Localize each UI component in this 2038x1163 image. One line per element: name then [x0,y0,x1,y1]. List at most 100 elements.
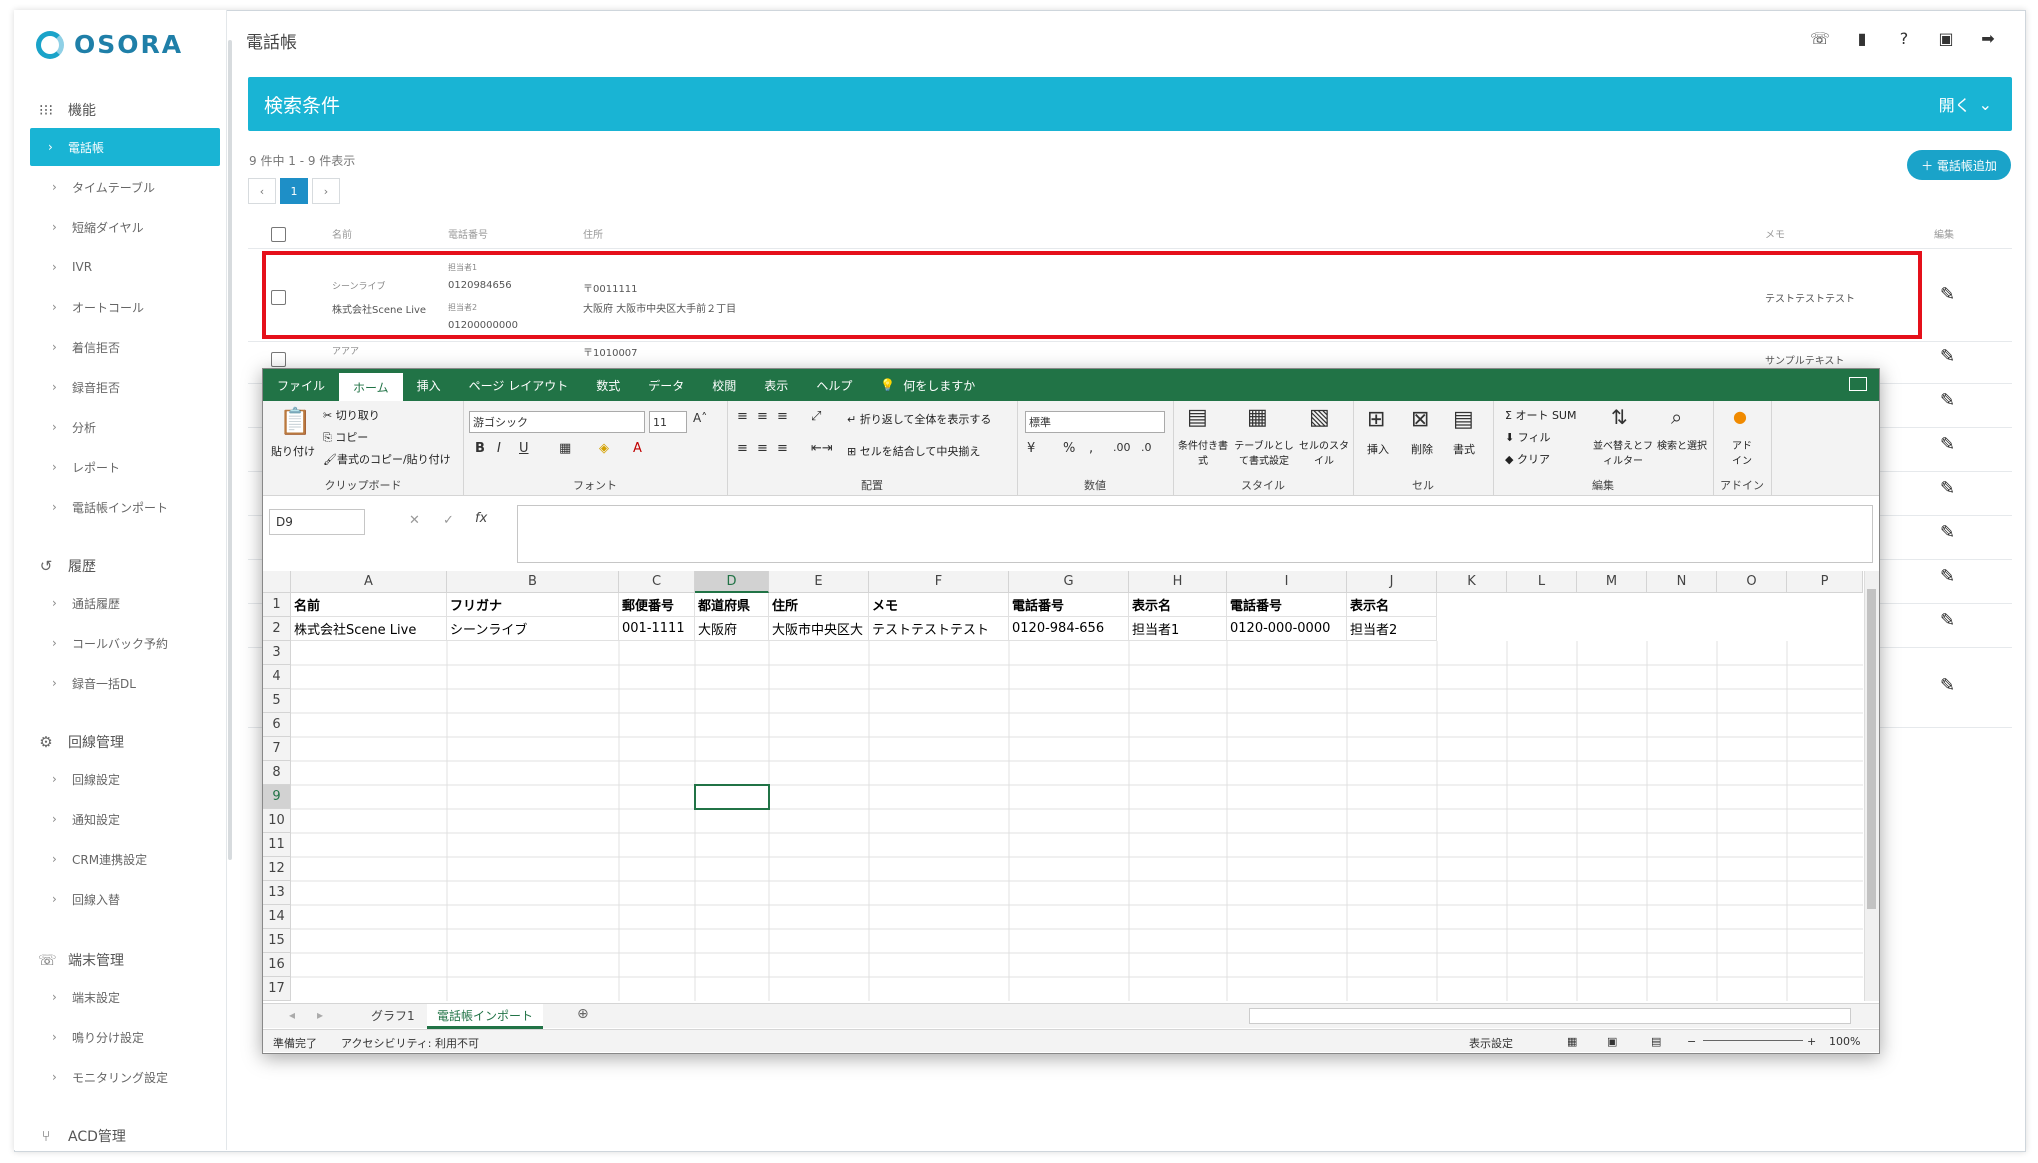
cell-styles-button[interactable]: セルのスタイル [1297,437,1351,467]
tab-insert[interactable]: 挿入 [403,369,455,401]
row-header[interactable]: 2 [263,617,291,641]
align-left-icon[interactable]: ≡ [737,441,748,456]
row-checkbox[interactable] [271,352,286,367]
sidebar-item-analysis[interactable]: › 分析 [34,408,224,446]
search-conditions-bar[interactable]: 検索条件 開く ⌄ [248,77,2012,131]
borders-icon[interactable]: ▦ [559,441,571,456]
row-header[interactable]: 15 [263,929,291,953]
sidebar-item-line-swap[interactable]: › 回線入替 [34,880,224,918]
number-format-select[interactable]: 標準 [1025,411,1165,433]
sidebar-item-autocall[interactable]: › オートコール [34,288,224,326]
row-header[interactable]: 16 [263,953,291,977]
sidebar-item-phonebook-import[interactable]: › 電話帳インポート [34,488,224,526]
column-header[interactable]: H [1129,571,1227,593]
tab-formulas[interactable]: 数式 [582,369,634,401]
sheet-tab-phonebook-import[interactable]: 電話帳インポート [427,1004,544,1029]
edit-pencil-icon[interactable]: ✎ [1940,346,1955,367]
column-header[interactable]: B [447,571,619,593]
clear-button[interactable]: ◆ クリア [1505,451,1550,467]
logo[interactable]: OSORA [36,30,183,59]
row-header[interactable]: 13 [263,881,291,905]
help-icon[interactable]: ? [1894,28,1914,48]
select-all-checkbox[interactable] [271,227,286,242]
enter-icon[interactable]: ✓ [443,513,454,528]
tab-review[interactable]: 校閲 [698,369,750,401]
tab-file[interactable]: ファイル [263,369,339,401]
scrollbar-thumb[interactable] [1867,589,1876,909]
edit-pencil-icon[interactable]: ✎ [1940,566,1955,587]
logout-icon[interactable]: ➡ [1978,28,1998,48]
column-header[interactable]: L [1507,571,1577,593]
tell-me-search[interactable]: 💡 何をしますか [866,369,989,401]
cell[interactable]: 表示名 [1129,593,1227,617]
cell[interactable]: 電話番号 [1009,593,1129,617]
autosum-button[interactable]: Σ オート SUM [1505,407,1576,423]
zoom-slider[interactable] [1703,1040,1803,1041]
pagination-prev[interactable]: ‹ [248,178,276,204]
column-header[interactable]: J [1347,571,1437,593]
column-header[interactable]: C [619,571,695,593]
row-header[interactable]: 5 [263,689,291,713]
conditional-format-button[interactable]: 条件付き書式 [1175,437,1231,467]
edit-pencil-icon[interactable]: ✎ [1940,522,1955,543]
zoom-out-icon[interactable]: − [1687,1035,1696,1048]
cell[interactable]: 郵便番号 [619,593,695,617]
fill-button[interactable]: ⬇ フィル [1505,429,1551,445]
add-phonebook-button[interactable]: ＋ 電話帳追加 [1907,150,2011,180]
sidebar-item-recording-download[interactable]: › 録音一括DL [34,664,224,702]
row-header[interactable]: 10 [263,809,291,833]
cell[interactable]: 表示名 [1347,593,1437,617]
paste-icon[interactable]: 📋 [279,407,311,437]
font-color-icon[interactable]: A [633,441,642,456]
sheet-next-icon[interactable]: ▸ [317,1008,323,1022]
sidebar-item-call-block[interactable]: › 着信拒否 [34,328,224,366]
sidebar-item-monitoring-settings[interactable]: › モニタリング設定 [34,1058,224,1096]
cell[interactable]: 担当者1 [1129,617,1227,641]
row-header[interactable]: 12 [263,857,291,881]
pagination-page[interactable]: 1 [280,178,308,204]
align-top-icon[interactable]: ≡ [737,409,748,424]
increase-decimal-icon[interactable]: .00 [1113,441,1131,454]
copy-button[interactable]: ⎘ コピー [323,429,368,445]
sidebar-item-line-settings[interactable]: › 回線設定 [34,760,224,798]
addin-button[interactable]: アド イン [1727,437,1757,467]
cell-styles-icon[interactable]: ▧ [1309,405,1330,430]
select-all-corner[interactable] [263,571,291,593]
cancel-icon[interactable]: ✕ [409,513,420,528]
edit-pencil-icon[interactable]: ✎ [1940,390,1955,411]
cell[interactable]: メモ [869,593,1009,617]
currency-icon[interactable]: ¥ [1027,441,1035,456]
cell[interactable]: 株式会社Scene Live [291,617,447,641]
edit-pencil-icon[interactable]: ✎ [1940,434,1955,455]
edit-pencil-icon[interactable]: ✎ [1940,478,1955,499]
pagination-next[interactable]: › [312,178,340,204]
row-header[interactable]: 8 [263,761,291,785]
sidebar-item-notification-settings[interactable]: › 通知設定 [34,800,224,838]
cell[interactable]: 大阪府 [695,617,769,641]
column-header[interactable]: E [769,571,869,593]
cell[interactable]: 大阪市中央区大 [769,617,869,641]
row-header[interactable]: 1 [263,593,291,617]
italic-icon[interactable]: I [497,441,501,456]
wrap-text-button[interactable]: ↵ 折り返して全体を表示する [847,411,991,427]
merge-center-button[interactable]: ⊞ セルを結合して中央揃え [847,443,980,459]
spreadsheet-grid[interactable]: A B C D E F G H I J K L M N O P 1 2 3 4 … [263,571,1863,1001]
decrease-decimal-icon[interactable]: .0 [1141,441,1152,454]
book-icon[interactable]: ▮ [1852,28,1872,48]
format-cells-button[interactable]: 書式 [1453,441,1475,457]
fill-color-icon[interactable]: ◈ [599,441,609,456]
comment-icon[interactable] [1849,377,1867,391]
vertical-scrollbar[interactable] [1864,571,1879,1001]
font-name-select[interactable]: 游ゴシック [469,411,645,433]
row-header-selected[interactable]: 9 [263,785,291,809]
delete-cells-icon[interactable]: ⊠ [1411,407,1429,432]
align-right-icon[interactable]: ≡ [777,441,788,456]
tab-data[interactable]: データ [634,369,698,401]
sidebar-item-report[interactable]: › レポート [34,448,224,486]
horizontal-scrollbar[interactable] [1249,1008,1851,1024]
format-painter-button[interactable]: 🖌書式のコピー/貼り付け [323,451,451,467]
align-middle-icon[interactable]: ≡ [757,409,768,424]
tab-home[interactable]: ホーム [339,373,403,401]
row-header[interactable]: 7 [263,737,291,761]
phone-icon[interactable]: ☏ [1810,28,1830,48]
